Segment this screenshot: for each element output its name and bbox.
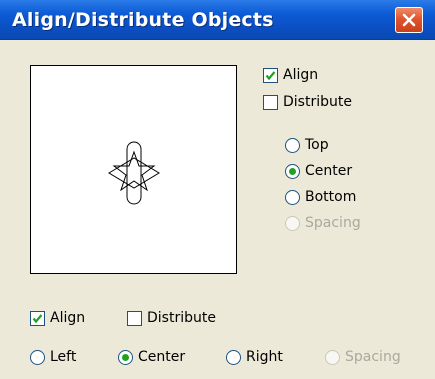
- radio-selected-dot: [122, 353, 129, 361]
- checkbox-box: [30, 310, 45, 326]
- vertical-distribute-checkbox[interactable]: Distribute: [263, 94, 352, 110]
- horizontal-align-checkbox[interactable]: Align: [30, 310, 85, 326]
- title-bar[interactable]: Align/Distribute Objects: [0, 0, 435, 40]
- radio-circle: [325, 349, 340, 365]
- close-icon: [402, 13, 416, 27]
- horizontal-distribute-checkbox[interactable]: Distribute: [127, 310, 216, 326]
- checkmark-icon: [32, 313, 43, 323]
- radio-circle: [285, 163, 300, 179]
- vertical-radio-spacing-label: Spacing: [305, 215, 361, 231]
- vertical-radio-center-label: Center: [305, 163, 353, 179]
- close-button[interactable]: [395, 7, 423, 33]
- window-title: Align/Distribute Objects: [12, 9, 274, 31]
- vertical-radio-spacing: Spacing: [285, 215, 361, 231]
- radio-selected-dot: [289, 167, 296, 175]
- horizontal-radio-center-label: Center: [138, 349, 186, 365]
- horizontal-align-label: Align: [50, 310, 86, 326]
- vertical-radio-top[interactable]: Top: [285, 137, 329, 153]
- horizontal-radio-left-label: Left: [50, 349, 77, 365]
- horizontal-radio-right[interactable]: Right: [226, 349, 283, 365]
- horizontal-radio-left[interactable]: Left: [30, 349, 76, 365]
- radio-circle: [118, 349, 133, 365]
- checkbox-box: [263, 67, 278, 83]
- radio-circle: [30, 349, 45, 365]
- checkmark-icon: [265, 70, 276, 80]
- radio-circle: [285, 137, 300, 153]
- checkbox-box: [263, 94, 278, 110]
- horizontal-radio-spacing: Spacing: [325, 349, 401, 365]
- vertical-radio-bottom[interactable]: Bottom: [285, 189, 356, 205]
- alignment-preview: [30, 65, 237, 274]
- horizontal-radio-right-label: Right: [246, 349, 283, 365]
- radio-circle: [285, 189, 300, 205]
- vertical-radio-bottom-label: Bottom: [305, 189, 357, 205]
- radio-circle: [285, 215, 300, 231]
- aligned-shapes-preview-icon: [108, 141, 160, 205]
- vertical-distribute-label: Distribute: [283, 94, 352, 110]
- vertical-radio-top-label: Top: [305, 137, 329, 153]
- horizontal-distribute-label: Distribute: [147, 310, 216, 326]
- horizontal-radio-spacing-label: Spacing: [345, 349, 401, 365]
- checkbox-box: [127, 310, 142, 326]
- radio-circle: [226, 349, 241, 365]
- vertical-radio-center[interactable]: Center: [285, 163, 352, 179]
- vertical-align-label: Align: [283, 67, 319, 83]
- horizontal-radio-center[interactable]: Center: [118, 349, 185, 365]
- vertical-align-checkbox[interactable]: Align: [263, 67, 318, 83]
